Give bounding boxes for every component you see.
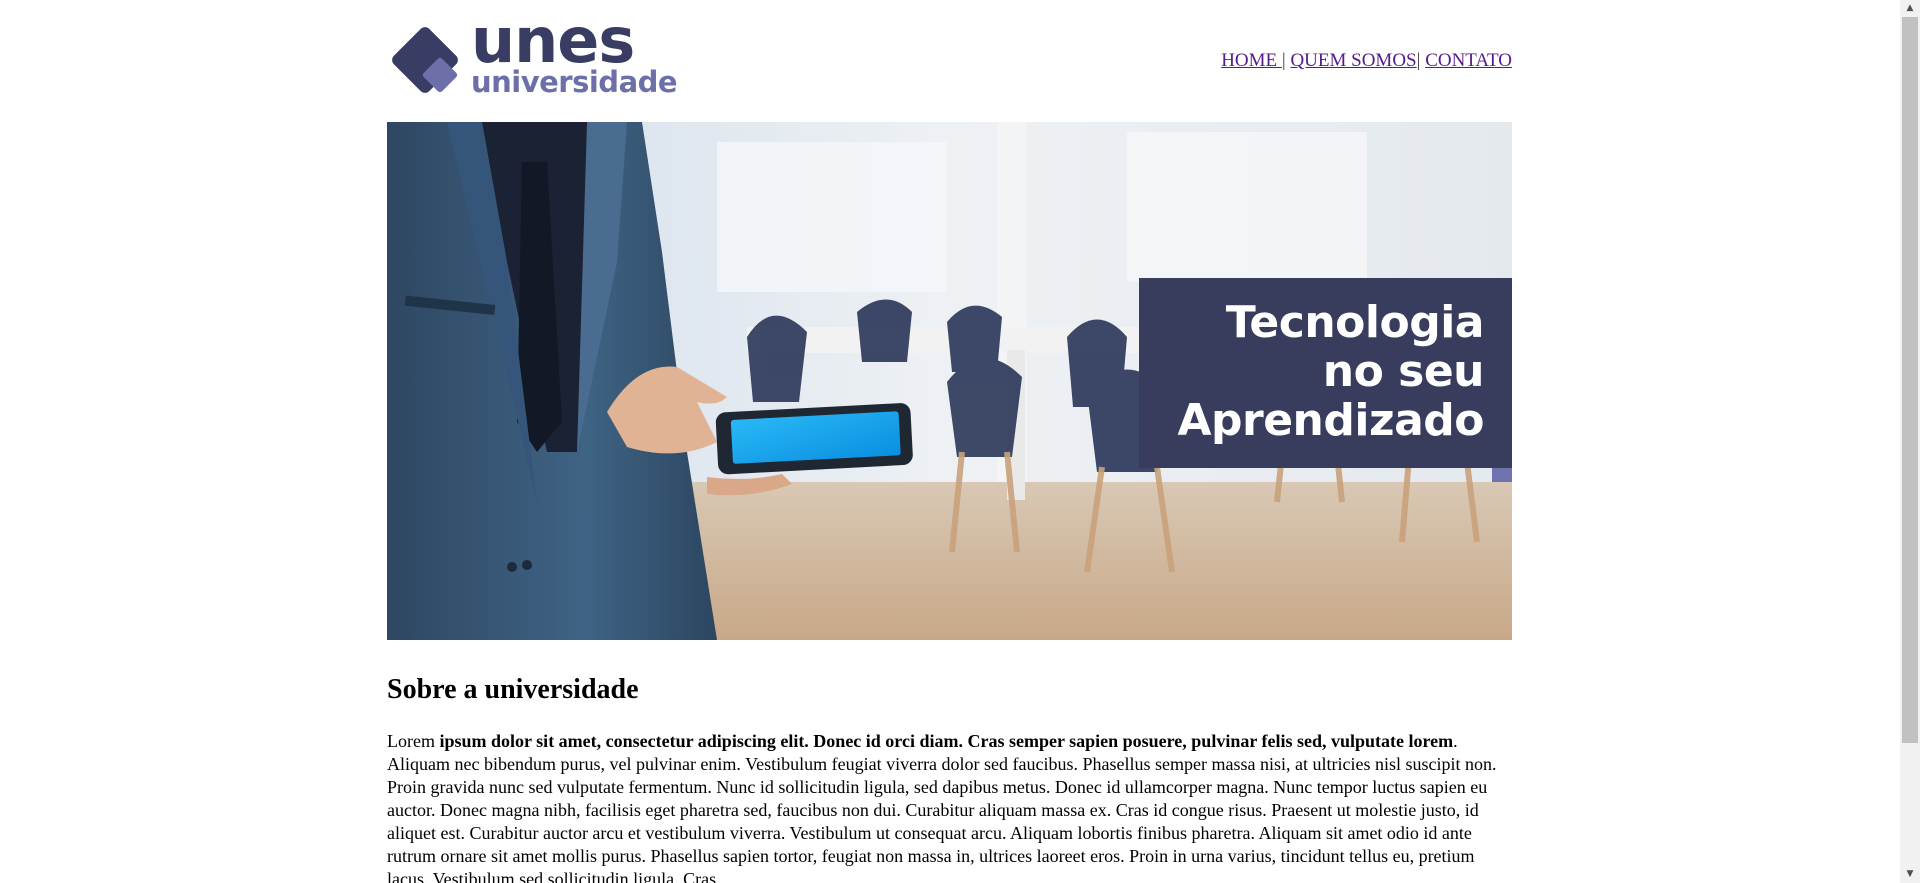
scroll-down-icon[interactable]: ▼ xyxy=(1900,866,1920,883)
banner-headline-line-1: Tecnologia xyxy=(1225,297,1485,348)
page: unes universidade HOME | QUEM SOMOS| CON… xyxy=(0,0,1920,883)
vertical-scrollbar[interactable]: ▲ ▼ xyxy=(1900,0,1920,883)
main-container: unes universidade HOME | QUEM SOMOS| CON… xyxy=(387,0,1512,883)
logo[interactable]: unes universidade xyxy=(387,10,678,98)
banner-caption-box: Tecnologia no seu Aprendizado xyxy=(1139,278,1512,468)
top-navigation: HOME | QUEM SOMOS| CONTATO xyxy=(1221,50,1512,72)
paragraph-body: . Aliquam nec bibendum purus, vel pulvin… xyxy=(387,731,1497,883)
logo-wordmark: unes xyxy=(471,4,635,77)
nav-separator: | xyxy=(1281,50,1286,71)
nav-separator: | xyxy=(1416,50,1421,71)
banner-headline-line-3: Aprendizado xyxy=(1177,395,1484,446)
nav-link-contato[interactable]: CONTATO xyxy=(1425,50,1512,71)
about-section: Sobre a universidade Lorem ipsum dolor s… xyxy=(387,672,1512,883)
nav-link-quem-somos[interactable]: QUEM SOMOS xyxy=(1290,50,1416,71)
hero-banner: Tecnologia no seu Aprendizado xyxy=(387,122,1512,640)
scrollbar-thumb[interactable] xyxy=(1902,17,1918,743)
nav-link-home[interactable]: HOME xyxy=(1221,50,1282,71)
header: unes universidade HOME | QUEM SOMOS| CON… xyxy=(387,0,1512,122)
section-title: Sobre a universidade xyxy=(387,674,639,705)
logo-subtitle: universidade xyxy=(471,65,678,99)
scroll-up-icon[interactable]: ▲ xyxy=(1900,0,1920,17)
section-paragraph: Lorem ipsum dolor sit amet, consectetur … xyxy=(387,730,1512,883)
paragraph-lead: Lorem xyxy=(387,731,440,751)
banner-headline: Tecnologia no seu Aprendizado xyxy=(1177,298,1484,445)
paragraph-bold: ipsum dolor sit amet, consectetur adipis… xyxy=(439,731,1454,751)
banner-accent xyxy=(1492,468,1512,482)
banner-headline-line-2: no seu xyxy=(1322,346,1485,397)
logo-diamond-icon xyxy=(392,27,458,93)
